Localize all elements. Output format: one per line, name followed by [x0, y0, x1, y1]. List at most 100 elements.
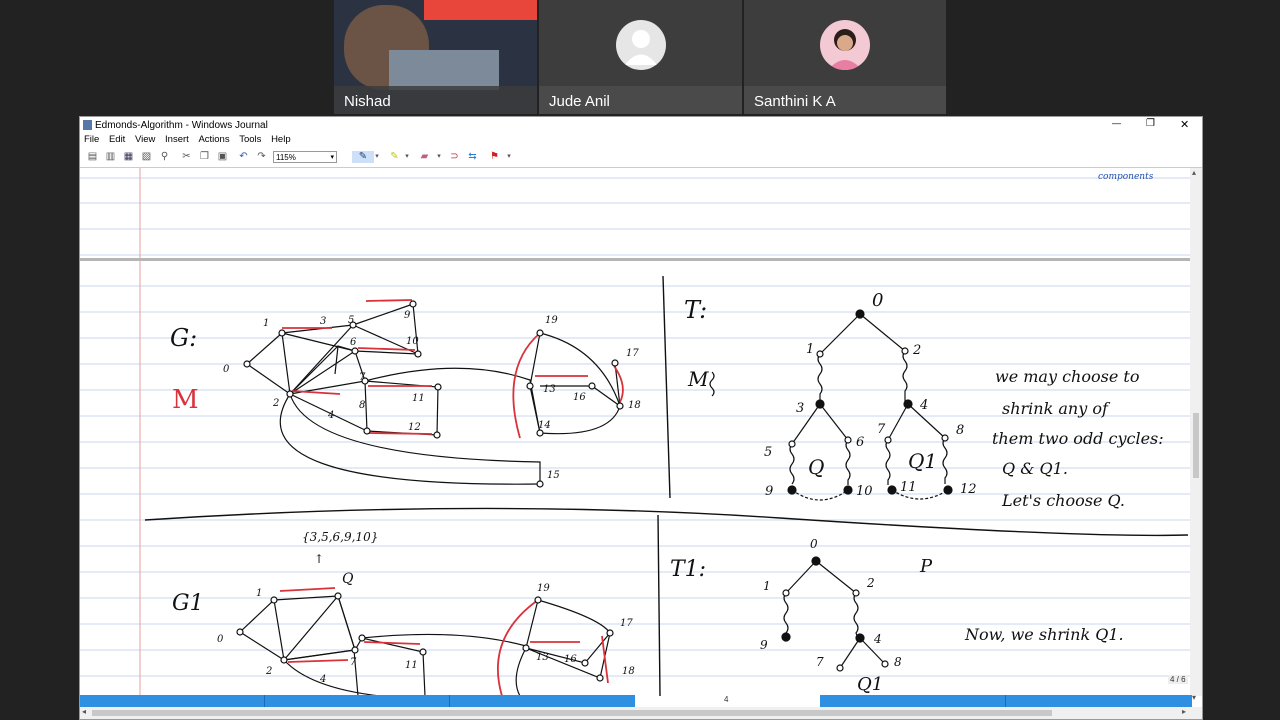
menu-file[interactable]: File [84, 134, 99, 145]
chevron-down-icon[interactable]: ▾ [436, 151, 442, 163]
vertical-scrollbar[interactable]: ▴ [1190, 168, 1202, 696]
svg-text:16: 16 [573, 392, 586, 403]
svg-text:8: 8 [359, 400, 365, 411]
participant-tile-jude[interactable]: Jude Anil [539, 0, 742, 114]
svg-text:15: 15 [547, 470, 560, 481]
participant-tile-nishad[interactable]: Nishad [334, 0, 537, 114]
menu-edit[interactable]: Edit [109, 134, 125, 145]
svg-text:14: 14 [538, 420, 551, 431]
svg-text:4: 4 [319, 674, 326, 685]
svg-text:18: 18 [622, 666, 635, 677]
note-canvas[interactable]: components G: M T: M we may choose to sh… [80, 168, 1192, 696]
svg-text:0: 0 [872, 290, 883, 311]
wavy-mark [709, 371, 715, 397]
svg-text:19: 19 [545, 315, 558, 326]
highlighter-icon[interactable]: ✎ [388, 151, 401, 163]
save-icon[interactable]: ▦ [122, 151, 135, 163]
graph-g [246, 303, 622, 485]
svg-text:10: 10 [406, 336, 419, 347]
ink-canvas[interactable]: components G: M T: M we may choose to sh… [80, 168, 1192, 696]
menu-help[interactable]: Help [271, 134, 291, 145]
journal-window: Edmonds-Algorithm - Windows Journal — ❐ … [79, 116, 1203, 720]
insert-space-icon[interactable]: ⇆ [466, 151, 479, 163]
svg-text:2: 2 [265, 666, 272, 677]
svg-text:12: 12 [960, 482, 977, 497]
svg-text:9: 9 [760, 638, 768, 652]
svg-text:5: 5 [348, 315, 354, 326]
zoom-select[interactable]: 115% ▾ [273, 151, 337, 163]
close-button[interactable]: ✕ [1180, 118, 1189, 131]
set-label: {3,5,6,9,10} [302, 530, 378, 544]
chevron-up-icon[interactable]: ▴ [1192, 168, 1196, 177]
chevron-down-icon[interactable]: ▾ [1192, 693, 1196, 702]
menu-tools[interactable]: Tools [239, 134, 261, 145]
svg-text:0: 0 [810, 537, 818, 551]
up-arrow: ↑ [314, 552, 324, 566]
lasso-icon[interactable]: ⊃ [448, 151, 461, 163]
svg-text:4: 4 [327, 410, 334, 421]
eraser-icon[interactable]: ▰ [418, 151, 431, 163]
svg-text:1: 1 [763, 579, 771, 593]
tree-m-label: M [687, 367, 709, 391]
copy-icon[interactable]: ❐ [198, 151, 211, 163]
redo-icon[interactable]: ↷ [255, 151, 268, 163]
svg-text:1: 1 [806, 342, 814, 357]
chevron-right-icon[interactable]: ▸ [1182, 707, 1186, 716]
chevron-down-icon[interactable]: ▾ [404, 151, 410, 163]
print-icon[interactable]: ▧ [140, 151, 153, 163]
svg-text:6: 6 [856, 435, 864, 450]
chevron-left-icon[interactable]: ◂ [82, 707, 86, 716]
page-break [80, 258, 1192, 261]
svg-text:11: 11 [900, 480, 917, 495]
minimize-button[interactable]: — [1112, 118, 1121, 128]
maximize-button[interactable]: ❐ [1146, 118, 1155, 129]
svg-text:0: 0 [217, 634, 224, 645]
note-line: them two odd cycles: [992, 429, 1164, 448]
open-icon[interactable]: ▥ [104, 151, 117, 163]
participant-tile-santhini[interactable]: Santhini K A [744, 0, 946, 114]
svg-text:13: 13 [536, 652, 549, 663]
svg-text:11: 11 [412, 393, 425, 404]
tree-t1-vertex-labels: 0 1 2 9 4 7 8 Q1 [760, 537, 902, 695]
svg-text:0: 0 [223, 364, 230, 375]
chevron-down-icon[interactable]: ▾ [374, 151, 380, 163]
tab-divider [1005, 695, 1006, 707]
svg-text:18: 18 [628, 400, 641, 411]
new-note-icon[interactable]: ▤ [86, 151, 99, 163]
cut-icon[interactable]: ✂ [180, 151, 193, 163]
tree-t1-vertices [781, 556, 889, 672]
graph-g1 [239, 595, 611, 696]
svg-text:17: 17 [620, 618, 633, 629]
svg-text:3: 3 [320, 316, 326, 327]
pen-icon[interactable]: ✎ [352, 151, 374, 163]
svg-text:Q: Q [342, 571, 354, 587]
undo-icon[interactable]: ↶ [237, 151, 250, 163]
note-line: shrink any of [1002, 399, 1111, 418]
svg-text:17: 17 [626, 348, 639, 359]
svg-text:9: 9 [765, 484, 773, 499]
paste-icon[interactable]: ▣ [216, 151, 229, 163]
horizontal-scrollbar[interactable]: ◂ ▸ [80, 707, 1202, 719]
scroll-thumb[interactable] [92, 710, 1052, 716]
svg-text:2: 2 [866, 576, 875, 590]
page-number: 4 [724, 695, 729, 704]
chevron-down-icon[interactable]: ▾ [506, 151, 512, 163]
ruled-lines [80, 177, 1192, 677]
find-icon[interactable]: ⚲ [158, 151, 171, 163]
svg-text:2: 2 [272, 398, 279, 409]
matching-m-label: M [172, 385, 199, 415]
note-paragraph-1: we may choose to shrink any of them two … [992, 367, 1164, 510]
default-avatar-icon [615, 20, 666, 70]
menu-actions[interactable]: Actions [198, 134, 229, 145]
svg-text:2: 2 [912, 343, 921, 358]
svg-text:Q1: Q1 [857, 674, 883, 695]
scroll-thumb[interactable] [1193, 413, 1199, 478]
toolbar: ▤ ▥ ▦ ▧ ⚲ ✂ ❐ ▣ ↶ ↷ 115% ▾ ✎ ▾ ✎ ▾ ▰ ▾ ⊃ … [80, 149, 1202, 168]
menu-view[interactable]: View [135, 134, 155, 145]
flag-icon[interactable]: ⚑ [488, 151, 501, 163]
video-shirt [389, 50, 499, 90]
svg-text:6: 6 [350, 337, 357, 348]
menu-insert[interactable]: Insert [165, 134, 189, 145]
tree-t-label: T: [684, 296, 707, 324]
svg-text:9: 9 [404, 310, 411, 321]
